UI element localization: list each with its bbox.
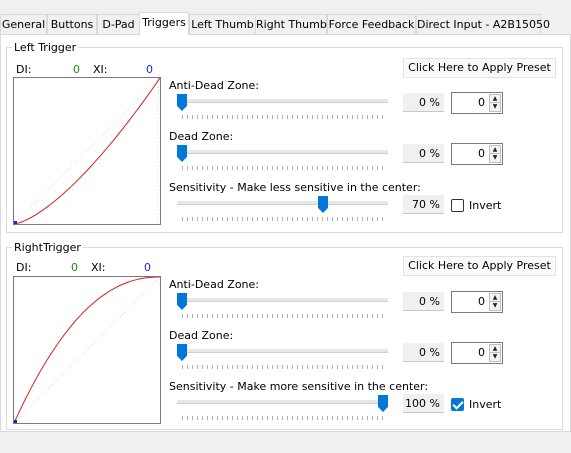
right-di-value: 0 xyxy=(71,261,78,274)
left-anti-dead-zone-slider[interactable] xyxy=(177,94,388,120)
left-anti-dead-zone-spinner-arrows: ▲ ▼ xyxy=(489,94,501,112)
left-sensitivity-thumb[interactable] xyxy=(318,196,328,213)
spin-down-icon[interactable]: ▼ xyxy=(490,103,500,111)
right-sensitivity-percent: 100 % xyxy=(403,394,444,413)
left-sensitivity-slider[interactable] xyxy=(177,196,388,222)
right-sensitivity-slider[interactable] xyxy=(177,395,388,421)
left-sensitivity-label: Sensitivity - Make less sensitive in the… xyxy=(169,181,421,194)
spin-down-icon[interactable]: ▼ xyxy=(490,353,500,361)
tab-force-feedback[interactable]: Force Feedback xyxy=(327,14,416,35)
left-xi-value: 0 xyxy=(146,63,153,76)
left-invert-label[interactable]: Invert xyxy=(469,199,501,212)
left-xi-label: XI: xyxy=(93,63,108,76)
right-anti-dead-zone-spinner[interactable]: 0 ▲ ▼ xyxy=(451,291,503,313)
left-dead-zone-spinner-value[interactable]: 0 xyxy=(478,147,485,161)
left-dead-zone-thumb[interactable] xyxy=(177,145,187,162)
left-anti-dead-zone-percent: 0 % xyxy=(403,93,444,112)
left-dead-zone-spinner-arrows: ▲ ▼ xyxy=(489,145,501,163)
spin-up-icon[interactable]: ▲ xyxy=(490,294,500,302)
spin-up-icon[interactable]: ▲ xyxy=(490,146,500,154)
left-anti-dead-zone-spinner-value[interactable]: 0 xyxy=(478,96,485,110)
right-anti-dead-zone-thumb[interactable] xyxy=(177,293,187,310)
left-invert-checkbox[interactable] xyxy=(451,199,464,212)
spin-up-icon[interactable]: ▲ xyxy=(490,345,500,353)
tab-bar: General Buttons D-Pad Triggers Left Thum… xyxy=(0,12,571,35)
spin-down-icon[interactable]: ▼ xyxy=(490,302,500,310)
tab-dpad[interactable]: D-Pad xyxy=(97,14,140,35)
right-dead-zone-slider[interactable] xyxy=(177,344,388,370)
right-dead-zone-track xyxy=(177,349,388,353)
left-anti-dead-zone-thumb[interactable] xyxy=(177,94,187,111)
left-dead-zone-label: Dead Zone: xyxy=(169,130,234,143)
left-dead-zone-percent: 0 % xyxy=(403,144,444,163)
left-anti-dead-zone-ticks xyxy=(182,115,383,119)
right-anti-dead-zone-spinner-value[interactable]: 0 xyxy=(478,295,485,309)
right-dead-zone-ticks xyxy=(182,365,383,369)
left-sensitivity-ticks xyxy=(182,217,383,221)
right-xi-value: 0 xyxy=(144,261,151,274)
right-dead-zone-spinner-arrows: ▲ ▼ xyxy=(489,344,501,362)
left-anti-dead-zone-track xyxy=(177,99,388,103)
right-apply-preset-button[interactable]: Click Here to Apply Preset xyxy=(403,256,556,276)
left-anti-dead-zone-spinner[interactable]: 0 ▲ ▼ xyxy=(451,92,503,114)
left-sensitivity-track xyxy=(177,201,388,205)
tab-left-thumb[interactable]: Left Thumb xyxy=(189,14,256,35)
left-dead-zone-ticks xyxy=(182,166,383,170)
right-sensitivity-label: Sensitivity - Make more sensitive in the… xyxy=(169,380,429,393)
left-dead-zone-spinner[interactable]: 0 ▲ ▼ xyxy=(451,143,503,165)
right-dead-zone-percent: 0 % xyxy=(403,343,444,362)
right-invert-checkbox[interactable] xyxy=(451,398,464,411)
right-position-marker xyxy=(14,420,17,423)
spin-down-icon[interactable]: ▼ xyxy=(490,154,500,162)
left-position-marker xyxy=(14,221,17,224)
tab-general[interactable]: General xyxy=(0,14,47,35)
right-anti-dead-zone-ticks xyxy=(182,314,383,318)
left-curve-svg xyxy=(14,78,160,224)
tab-triggers[interactable]: Triggers xyxy=(139,12,189,35)
right-dead-zone-thumb[interactable] xyxy=(177,344,187,361)
right-anti-dead-zone-spinner-arrows: ▲ ▼ xyxy=(489,293,501,311)
right-linear-reference-line xyxy=(14,277,160,423)
right-sensitivity-ticks xyxy=(182,416,383,420)
right-dead-zone-label: Dead Zone: xyxy=(169,329,234,342)
right-dead-zone-spinner-value[interactable]: 0 xyxy=(478,346,485,360)
right-trigger-title: RightTrigger xyxy=(12,241,83,254)
left-di-value: 0 xyxy=(73,63,80,76)
tab-buttons[interactable]: Buttons xyxy=(47,14,97,35)
left-sensitivity-percent: 70 % xyxy=(403,195,444,214)
left-trigger-title: Left Trigger xyxy=(12,41,79,54)
right-anti-dead-zone-track xyxy=(177,298,388,302)
right-invert-label[interactable]: Invert xyxy=(469,398,501,411)
left-linear-reference-line xyxy=(14,78,160,224)
right-trigger-curve-graph xyxy=(13,276,161,424)
right-anti-dead-zone-label: Anti-Dead Zone: xyxy=(169,278,260,291)
tab-direct-input[interactable]: Direct Input - A2B15050 xyxy=(416,14,550,35)
left-dead-zone-slider[interactable] xyxy=(177,145,388,171)
right-xi-label: XI: xyxy=(91,261,106,274)
right-anti-dead-zone-percent: 0 % xyxy=(403,292,444,311)
right-di-label: DI: xyxy=(16,261,32,274)
right-sensitivity-track xyxy=(177,400,388,404)
left-trigger-curve-graph xyxy=(13,77,161,225)
left-dead-zone-track xyxy=(177,150,388,154)
right-sensitivity-thumb[interactable] xyxy=(378,395,388,412)
left-di-label: DI: xyxy=(16,63,32,76)
right-dead-zone-spinner[interactable]: 0 ▲ ▼ xyxy=(451,342,503,364)
left-apply-preset-button[interactable]: Click Here to Apply Preset xyxy=(403,58,556,78)
tab-right-thumb[interactable]: Right Thumb xyxy=(255,14,327,35)
right-anti-dead-zone-slider[interactable] xyxy=(177,293,388,319)
right-curve-svg xyxy=(14,277,160,423)
left-anti-dead-zone-label: Anti-Dead Zone: xyxy=(169,79,260,92)
spin-up-icon[interactable]: ▲ xyxy=(490,95,500,103)
